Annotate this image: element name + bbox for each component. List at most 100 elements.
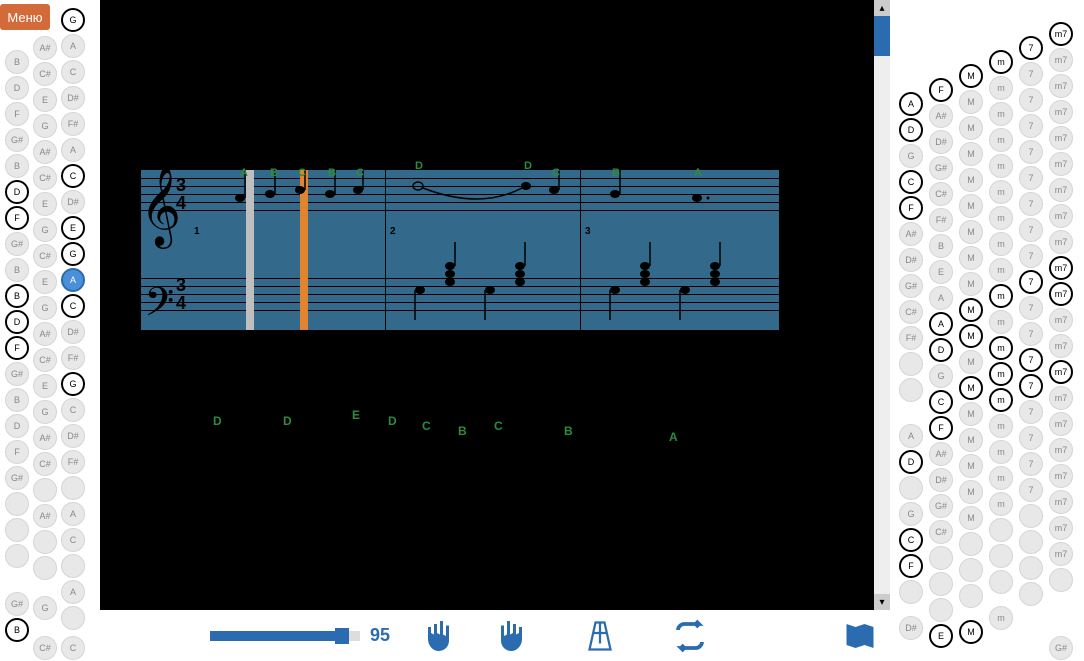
kb-button[interactable]: m bbox=[989, 284, 1013, 308]
kb-button[interactable]: m7 bbox=[1049, 48, 1073, 72]
kb-button[interactable]: C bbox=[929, 390, 953, 414]
kb-button[interactable]: m bbox=[989, 466, 1013, 490]
kb-button[interactable]: A bbox=[929, 286, 953, 310]
kb-button[interactable] bbox=[1019, 556, 1043, 580]
kb-button[interactable]: C# bbox=[33, 244, 57, 268]
kb-button[interactable]: G bbox=[33, 400, 57, 424]
kb-button[interactable]: M bbox=[959, 376, 983, 400]
kb-button[interactable]: M bbox=[959, 168, 983, 192]
kb-button[interactable]: m bbox=[989, 388, 1013, 412]
kb-button[interactable]: m bbox=[989, 258, 1013, 282]
kb-button[interactable]: B bbox=[5, 50, 29, 74]
kb-button[interactable]: F# bbox=[929, 208, 953, 232]
kb-button[interactable] bbox=[959, 532, 983, 556]
kb-button[interactable] bbox=[61, 476, 85, 500]
kb-button[interactable]: m7 bbox=[1049, 334, 1073, 358]
kb-button[interactable]: G# bbox=[5, 232, 29, 256]
kb-button[interactable]: m bbox=[989, 154, 1013, 178]
kb-button[interactable]: m bbox=[989, 336, 1013, 360]
kb-button[interactable]: F bbox=[5, 336, 29, 360]
kb-button[interactable]: M bbox=[959, 454, 983, 478]
kb-button[interactable]: m bbox=[989, 102, 1013, 126]
kb-button[interactable]: M bbox=[959, 620, 983, 644]
scroll-up-icon[interactable]: ▴ bbox=[874, 0, 890, 16]
kb-button[interactable]: F bbox=[5, 206, 29, 230]
kb-button[interactable]: F# bbox=[61, 112, 85, 136]
kb-button[interactable]: D bbox=[5, 76, 29, 100]
kb-button[interactable]: F bbox=[929, 78, 953, 102]
kb-button[interactable]: F bbox=[899, 196, 923, 220]
kb-button[interactable]: m bbox=[989, 440, 1013, 464]
kb-button[interactable]: 7 bbox=[1019, 88, 1043, 112]
kb-button[interactable]: m7 bbox=[1049, 542, 1073, 566]
tempo-slider[interactable] bbox=[210, 631, 360, 641]
kb-button[interactable]: F# bbox=[899, 326, 923, 350]
kb-button[interactable]: 7 bbox=[1019, 166, 1043, 190]
kb-button[interactable]: 7 bbox=[1019, 192, 1043, 216]
kb-button[interactable]: M bbox=[959, 350, 983, 374]
kb-button[interactable]: G# bbox=[899, 274, 923, 298]
kb-button[interactable]: m7 bbox=[1049, 126, 1073, 150]
kb-button[interactable]: m bbox=[989, 362, 1013, 386]
kb-button[interactable] bbox=[959, 584, 983, 608]
kb-button[interactable]: M bbox=[959, 142, 983, 166]
kb-button[interactable]: 7 bbox=[1019, 218, 1043, 242]
kb-button[interactable]: G bbox=[61, 8, 85, 32]
kb-button[interactable]: 7 bbox=[1019, 322, 1043, 346]
kb-button[interactable]: G# bbox=[5, 362, 29, 386]
kb-button[interactable]: m7 bbox=[1049, 204, 1073, 228]
kb-button[interactable]: C bbox=[61, 636, 85, 660]
kb-button[interactable]: A# bbox=[929, 104, 953, 128]
kb-button[interactable]: m7 bbox=[1049, 22, 1073, 46]
kb-button[interactable]: 7 bbox=[1019, 244, 1043, 268]
kb-button[interactable] bbox=[5, 518, 29, 542]
kb-button[interactable]: G bbox=[33, 596, 57, 620]
kb-button[interactable] bbox=[899, 476, 923, 500]
kb-button[interactable]: 7 bbox=[1019, 452, 1043, 476]
kb-button[interactable]: A bbox=[61, 138, 85, 162]
scroll-down-icon[interactable]: ▾ bbox=[874, 594, 890, 610]
kb-button[interactable]: A bbox=[929, 312, 953, 336]
kb-button[interactable]: A bbox=[899, 92, 923, 116]
kb-button[interactable]: M bbox=[959, 64, 983, 88]
kb-button[interactable]: m bbox=[989, 310, 1013, 334]
kb-button[interactable]: E bbox=[33, 192, 57, 216]
slider-knob[interactable] bbox=[335, 628, 349, 644]
kb-button[interactable] bbox=[5, 544, 29, 568]
kb-button[interactable]: m bbox=[989, 492, 1013, 516]
kb-button[interactable]: C# bbox=[929, 520, 953, 544]
kb-button[interactable]: C# bbox=[33, 62, 57, 86]
kb-button[interactable] bbox=[1049, 568, 1073, 592]
kb-button[interactable]: D bbox=[5, 180, 29, 204]
kb-button[interactable]: C bbox=[61, 294, 85, 318]
kb-button[interactable]: F bbox=[899, 554, 923, 578]
kb-button[interactable]: B bbox=[5, 258, 29, 282]
kb-button[interactable]: M bbox=[959, 116, 983, 140]
kb-button[interactable]: A# bbox=[33, 36, 57, 60]
kb-button[interactable]: C bbox=[61, 528, 85, 552]
kb-button[interactable]: D bbox=[5, 414, 29, 438]
kb-button[interactable]: M bbox=[959, 506, 983, 530]
kb-button[interactable]: B bbox=[5, 284, 29, 308]
kb-button[interactable] bbox=[929, 598, 953, 622]
kb-button[interactable]: B bbox=[5, 154, 29, 178]
kb-button[interactable]: D bbox=[5, 310, 29, 334]
kb-button[interactable]: A# bbox=[929, 442, 953, 466]
kb-button[interactable]: D bbox=[899, 118, 923, 142]
kb-button[interactable]: G bbox=[33, 218, 57, 242]
right-hand-button[interactable] bbox=[490, 616, 530, 656]
kb-button[interactable]: E bbox=[61, 216, 85, 240]
kb-button[interactable]: E bbox=[929, 624, 953, 648]
kb-button[interactable]: G bbox=[899, 144, 923, 168]
kb-button[interactable]: C bbox=[61, 60, 85, 84]
kb-button[interactable]: G bbox=[61, 242, 85, 266]
kb-button[interactable]: m7 bbox=[1049, 360, 1073, 384]
kb-button[interactable]: F# bbox=[61, 346, 85, 370]
kb-button[interactable]: M bbox=[959, 480, 983, 504]
kb-button[interactable]: C# bbox=[33, 636, 57, 660]
kb-button[interactable]: 7 bbox=[1019, 478, 1043, 502]
kb-button[interactable]: D# bbox=[61, 320, 85, 344]
kb-button[interactable]: m7 bbox=[1049, 152, 1073, 176]
kb-button[interactable]: G# bbox=[929, 494, 953, 518]
kb-button[interactable] bbox=[899, 580, 923, 604]
